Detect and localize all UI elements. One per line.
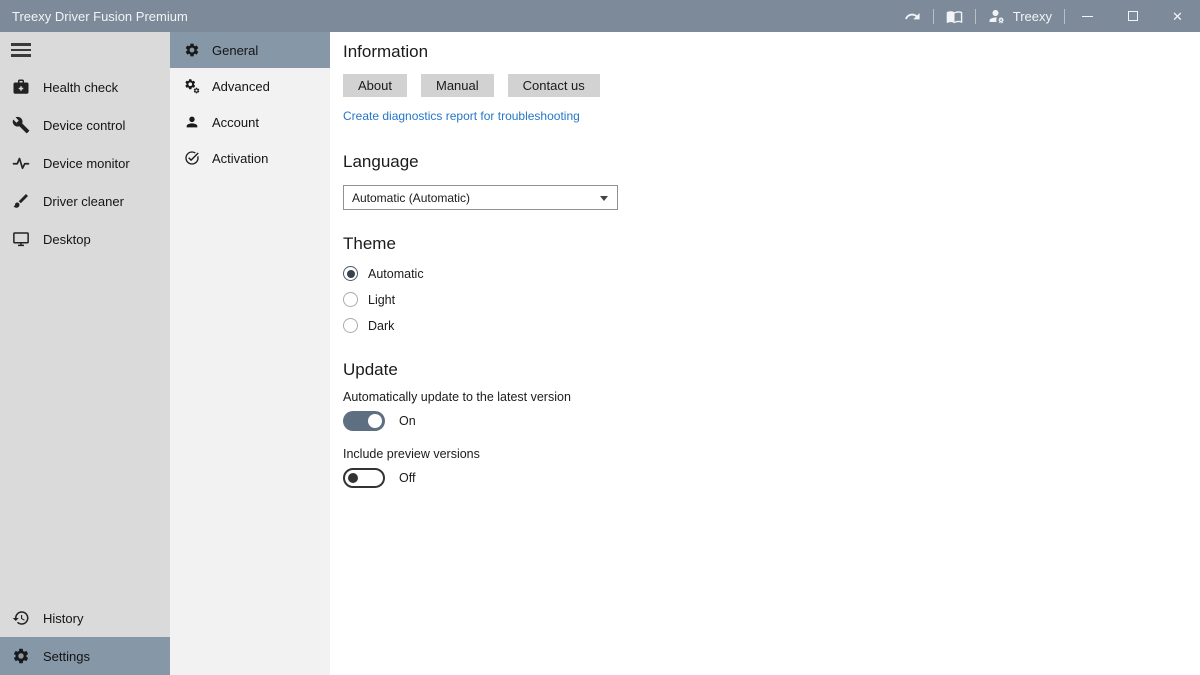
auto-update-label: Automatically update to the latest versi…	[343, 390, 1200, 404]
menu-toggle-button[interactable]	[0, 32, 170, 68]
hamburger-icon	[11, 43, 31, 57]
pulse-icon	[12, 154, 30, 172]
account-name: Treexy	[1013, 9, 1052, 24]
sidebar-item-device-control[interactable]: Device control	[0, 106, 170, 144]
maximize-button[interactable]	[1110, 0, 1155, 32]
sidebar-item-history[interactable]: History	[0, 599, 170, 637]
monitor-icon	[12, 230, 30, 248]
sidebar-spacer	[0, 258, 170, 599]
person-icon	[184, 114, 200, 130]
share-icon	[904, 8, 921, 25]
gear-icon	[184, 42, 200, 58]
person-gear-icon	[988, 7, 1006, 25]
preview-versions-label: Include preview versions	[343, 447, 1200, 461]
language-dropdown[interactable]: Automatic (Automatic)	[343, 185, 618, 210]
auto-update-row: On	[343, 411, 1200, 431]
window-title: Treexy Driver Fusion Premium	[0, 9, 892, 24]
sidebar-item-driver-cleaner[interactable]: Driver cleaner	[0, 182, 170, 220]
health-check-icon	[12, 78, 30, 96]
settings-tab-general[interactable]: General	[170, 32, 330, 68]
theme-radio-automatic[interactable]: Automatic	[343, 266, 1200, 281]
close-icon: ✕	[1172, 10, 1183, 23]
sidebar-item-label: Device monitor	[43, 156, 130, 171]
sidebar-item-label: Device control	[43, 118, 125, 133]
account-button[interactable]: Treexy	[976, 0, 1064, 32]
settings-tab-advanced[interactable]: Advanced	[170, 68, 330, 104]
radio-icon	[343, 318, 358, 333]
theme-radio-group: Automatic Light Dark	[343, 266, 1200, 333]
auto-update-toggle[interactable]	[343, 411, 385, 431]
radio-label: Light	[368, 293, 395, 307]
theme-heading: Theme	[343, 234, 1200, 254]
sidebar-item-label: Driver cleaner	[43, 194, 124, 209]
manual-book-button[interactable]	[934, 0, 975, 32]
information-heading: Information	[343, 42, 1200, 62]
preview-versions-row: Off	[343, 468, 1200, 488]
settings-general-panel: Information About Manual Contact us Crea…	[330, 32, 1200, 675]
sidebar-item-health-check[interactable]: Health check	[0, 68, 170, 106]
sidebar-item-settings[interactable]: Settings	[0, 637, 170, 675]
wrench-icon	[12, 116, 30, 134]
radio-label: Automatic	[368, 267, 424, 281]
sidebar-item-label: History	[43, 611, 83, 626]
update-section: Update Automatically update to the lates…	[343, 360, 1200, 488]
settings-tab-label: Advanced	[212, 79, 270, 94]
update-heading: Update	[343, 360, 1200, 380]
history-icon	[12, 609, 30, 627]
settings-tab-label: General	[212, 43, 258, 58]
maximize-icon	[1128, 11, 1138, 21]
theme-section: Theme Automatic Light Dark	[343, 234, 1200, 333]
sidebar-item-desktop[interactable]: Desktop	[0, 220, 170, 258]
theme-radio-light[interactable]: Light	[343, 292, 1200, 307]
sidebar-item-label: Health check	[43, 80, 118, 95]
app-window: Treexy Driver Fusion Premium Treexy ✕	[0, 0, 1200, 675]
gears-icon	[184, 78, 200, 94]
share-button[interactable]	[892, 0, 933, 32]
toggle-knob	[368, 414, 382, 428]
titlebar-actions: Treexy ✕	[892, 0, 1200, 32]
auto-update-state: On	[399, 414, 416, 428]
contact-us-button[interactable]: Contact us	[508, 74, 600, 97]
titlebar: Treexy Driver Fusion Premium Treexy ✕	[0, 0, 1200, 32]
check-circle-icon	[184, 150, 200, 166]
settings-tab-label: Activation	[212, 151, 268, 166]
chevron-down-icon	[600, 196, 608, 201]
sidebar-item-device-monitor[interactable]: Device monitor	[0, 144, 170, 182]
information-buttons: About Manual Contact us	[343, 74, 1200, 97]
about-button[interactable]: About	[343, 74, 407, 97]
sidebar-item-label: Desktop	[43, 232, 91, 247]
toggle-knob	[348, 473, 358, 483]
diagnostics-report-link[interactable]: Create diagnostics report for troublesho…	[343, 109, 580, 123]
sidebar-item-label: Settings	[43, 649, 90, 664]
settings-tab-account[interactable]: Account	[170, 104, 330, 140]
gear-icon	[12, 647, 30, 665]
theme-radio-dark[interactable]: Dark	[343, 318, 1200, 333]
minimize-button[interactable]	[1065, 0, 1110, 32]
information-section: Information About Manual Contact us Crea…	[343, 42, 1200, 125]
language-dropdown-value: Automatic (Automatic)	[352, 191, 470, 205]
preview-versions-state: Off	[399, 471, 415, 485]
manual-button[interactable]: Manual	[421, 74, 494, 97]
language-heading: Language	[343, 152, 1200, 172]
radio-label: Dark	[368, 319, 394, 333]
minimize-icon	[1082, 16, 1093, 17]
radio-icon	[343, 266, 358, 281]
settings-tab-label: Account	[212, 115, 259, 130]
sidebar: Health check Device control Device monit…	[0, 32, 170, 675]
settings-tab-activation[interactable]: Activation	[170, 140, 330, 176]
settings-nav: General Advanced Account Activation	[170, 32, 330, 675]
language-section: Language Automatic (Automatic)	[343, 152, 1200, 210]
close-button[interactable]: ✕	[1155, 0, 1200, 32]
book-icon	[946, 8, 963, 25]
preview-versions-toggle[interactable]	[343, 468, 385, 488]
radio-icon	[343, 292, 358, 307]
brush-icon	[12, 192, 30, 210]
